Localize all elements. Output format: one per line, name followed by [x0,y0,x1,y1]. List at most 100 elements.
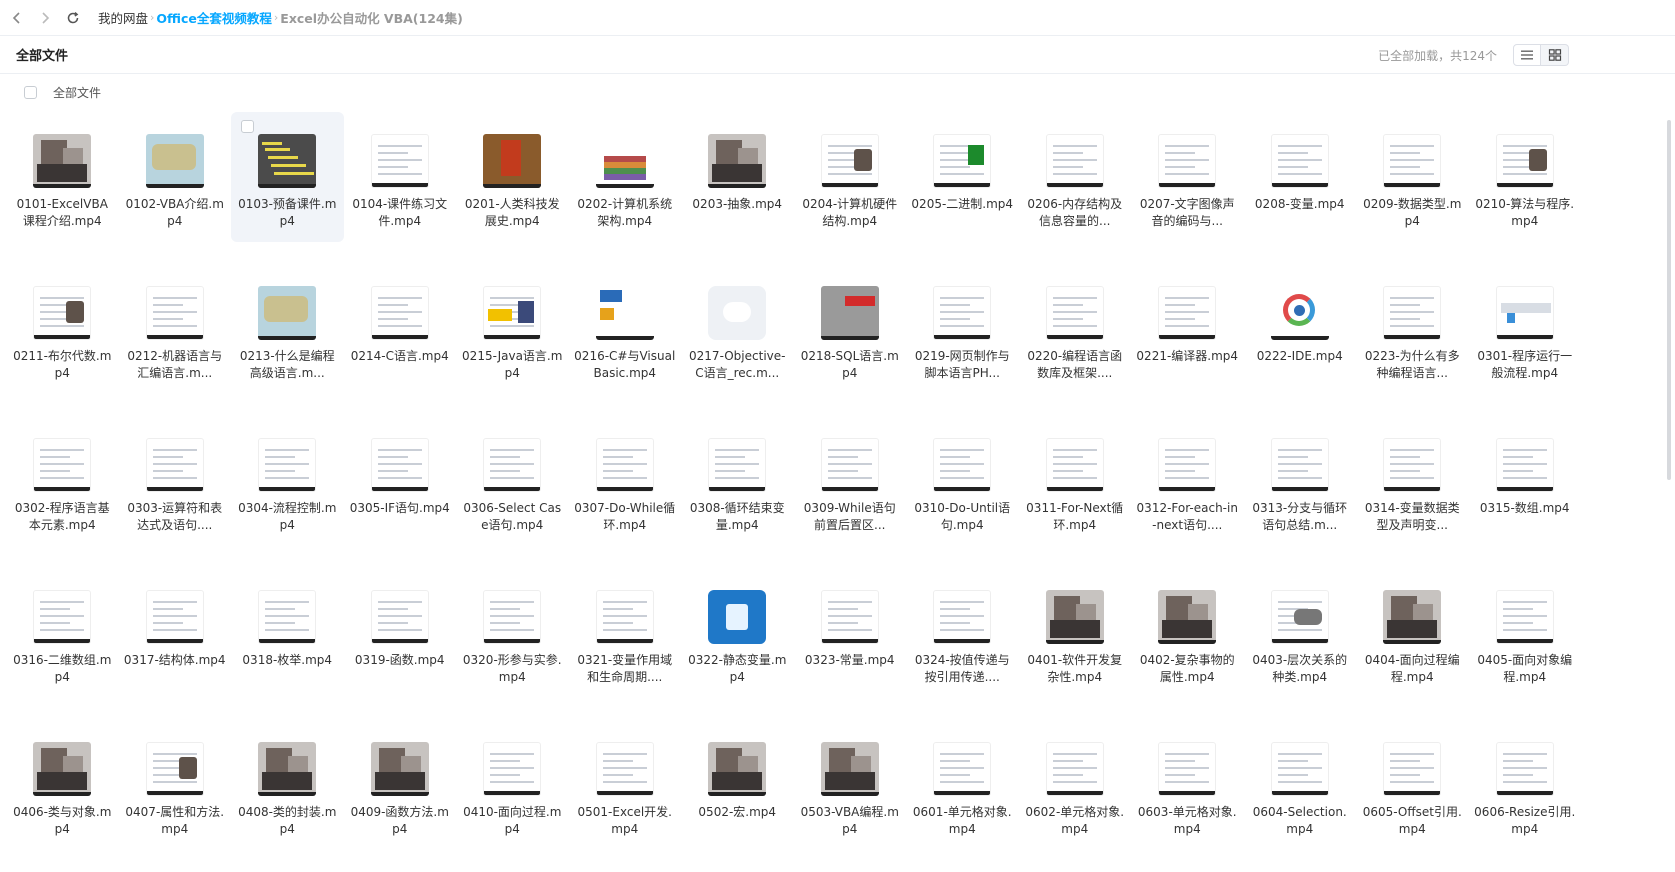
file-name: 0308-循环结束变量.mp4 [689,501,785,532]
file-item[interactable]: 0302-程序语言基本元素.mp4 [6,416,119,546]
file-item[interactable]: 0305-IF语句.mp4 [344,416,457,546]
file-item[interactable]: 0301-程序运行一般流程.mp4 [1469,264,1582,394]
file-item[interactable]: 0217-Objective-C语言_rec.m... [681,264,794,394]
file-item[interactable]: 0215-Java语言.mp4 [456,264,569,394]
video-thumbnail [370,742,429,796]
file-item[interactable]: 0205-二进制.mp4 [906,112,1019,242]
file-item[interactable]: 0216-C#与Visual Basic.mp4 [569,264,682,394]
file-item[interactable]: 0324-按值传递与按引用传递.... [906,568,1019,698]
breadcrumb-item[interactable]: Office全套视频教程 [156,8,271,27]
file-name: 0221-编译器.mp4 [1136,349,1239,363]
file-item[interactable]: 0208-变量.mp4 [1244,112,1357,242]
scrollbar[interactable] [1665,112,1675,869]
file-item[interactable]: 0606-Resize引用.mp4 [1469,720,1582,850]
breadcrumb-item[interactable]: 我的网盘 [98,8,148,27]
file-name: 0215-Java语言.mp4 [462,349,563,380]
file-item[interactable]: 0602-单元格对象.mp4 [1019,720,1132,850]
file-item[interactable]: 0316-二维数组.mp4 [6,568,119,698]
file-item[interactable]: 0310-Do-Until语句.mp4 [906,416,1019,546]
file-name: 0317-结构体.mp4 [123,653,226,667]
file-item[interactable]: 0601-单元格对象.mp4 [906,720,1019,850]
file-item[interactable]: 0219-网页制作与脚本语言PH... [906,264,1019,394]
file-item[interactable]: 0323-常量.mp4 [794,568,907,698]
file-item[interactable]: 0104-课件练习文件.mp4 [344,112,457,242]
file-name: 0316-二维数组.mp4 [13,653,112,684]
file-name: 0408-类的封装.mp4 [238,805,337,836]
file-item[interactable]: 0103-预备课件.mp4 [231,112,344,242]
file-item[interactable]: 0307-Do-While循环.mp4 [569,416,682,546]
file-item[interactable]: 0320-形参与实参.mp4 [456,568,569,698]
file-item[interactable]: 0604-Selection.mp4 [1244,720,1357,850]
select-all-checkbox[interactable] [24,85,37,99]
file-item[interactable]: 0306-Select Case语句.mp4 [456,416,569,546]
file-item[interactable]: 0410-面向过程.mp4 [456,720,569,850]
file-item[interactable]: 0204-计算机硬件结构.mp4 [794,112,907,242]
file-item[interactable]: 0223-为什么有多种编程语言... [1356,264,1469,394]
file-item[interactable]: 0408-类的封装.mp4 [231,720,344,850]
file-item[interactable]: 0312-For-each-in-next语句.... [1131,416,1244,546]
video-thumbnail [145,742,204,796]
file-name: 0503-VBA编程.mp4 [800,805,899,836]
file-item[interactable]: 0220-编程语言函数库及框架.... [1019,264,1132,394]
file-item[interactable]: 0311-For-Next循环.mp4 [1019,416,1132,546]
file-item[interactable]: 0603-单元格对象.mp4 [1131,720,1244,850]
file-item[interactable]: 0318-枚举.mp4 [231,568,344,698]
video-thumbnail [1158,134,1217,188]
file-item[interactable]: 0313-分支与循环语句总结.m... [1244,416,1357,546]
file-item[interactable]: 0317-结构体.mp4 [119,568,232,698]
file-item[interactable]: 0402-复杂事物的属性.mp4 [1131,568,1244,698]
file-item[interactable]: 0502-宏.mp4 [681,720,794,850]
file-item[interactable]: 0102-VBA介绍.mp4 [119,112,232,242]
video-thumbnail [595,590,654,644]
file-item[interactable]: 0308-循环结束变量.mp4 [681,416,794,546]
file-select-checkbox[interactable] [241,120,254,133]
file-item[interactable]: 0501-Excel开发.mp4 [569,720,682,850]
file-grid: 0101-ExcelVBA课程介绍.mp4 0102-VBA介绍.mp4 0103-… [6,112,1576,872]
file-item[interactable]: 0404-面向过程编程.mp4 [1356,568,1469,698]
file-item[interactable]: 0315-数组.mp4 [1469,416,1582,546]
file-item[interactable]: 0206-内存结构及信息容量的... [1019,112,1132,242]
file-item[interactable]: 0503-VBA编程.mp4 [794,720,907,850]
file-item[interactable]: 0214-C语言.mp4 [344,264,457,394]
grid-view-button[interactable] [1541,44,1569,66]
file-item[interactable]: 0209-数据类型.mp4 [1356,112,1469,242]
list-view-button[interactable] [1513,44,1541,66]
file-item[interactable]: 0222-IDE.mp4 [1244,264,1357,394]
file-item[interactable]: 0605-Offset引用.mp4 [1356,720,1469,850]
file-item[interactable]: 0201-人类科技发展史.mp4 [456,112,569,242]
file-item[interactable]: 0409-函数方法.mp4 [344,720,457,850]
file-item[interactable]: 0213-什么是编程高级语言.m... [231,264,344,394]
file-item[interactable]: 0321-变量作用域和生命周期.... [569,568,682,698]
file-item[interactable]: 0212-机器语言与汇编语言.m... [119,264,232,394]
file-item[interactable]: 0203-抽象.mp4 [681,112,794,242]
file-item[interactable]: 0405-面向对象编程.mp4 [1469,568,1582,698]
file-item[interactable]: 0221-编译器.mp4 [1131,264,1244,394]
file-item[interactable]: 0211-布尔代数.mp4 [6,264,119,394]
file-item[interactable]: 0202-计算机系统架构.mp4 [569,112,682,242]
file-item[interactable]: 0406-类与对象.mp4 [6,720,119,850]
back-button[interactable] [6,7,28,29]
scrollbar-thumb[interactable] [1667,120,1671,480]
file-item[interactable]: 0207-文字图像声音的编码与... [1131,112,1244,242]
file-item[interactable]: 0309-While语句前置后置区... [794,416,907,546]
file-item[interactable]: 0407-属性和方法.mp4 [119,720,232,850]
file-name: 0406-类与对象.mp4 [13,805,112,836]
file-item[interactable]: 0322-静态变量.mp4 [681,568,794,698]
file-item[interactable]: 0319-函数.mp4 [344,568,457,698]
forward-button[interactable] [34,7,56,29]
file-item[interactable]: 0101-ExcelVBA课程介绍.mp4 [6,112,119,242]
page-title: 全部文件 [16,49,69,64]
video-thumbnail [483,286,542,340]
video-thumbnail [145,438,204,492]
video-thumbnail [370,134,429,188]
file-item[interactable]: 0314-变量数据类型及声明变... [1356,416,1469,546]
file-name: 0202-计算机系统架构.mp4 [577,197,673,228]
file-item[interactable]: 0218-SQL语言.mp4 [794,264,907,394]
file-item[interactable]: 0403-层次关系的种类.mp4 [1244,568,1357,698]
file-item[interactable]: 0210-算法与程序.mp4 [1469,112,1582,242]
file-item[interactable]: 0401-软件开发复杂性.mp4 [1019,568,1132,698]
video-thumbnail [1270,438,1329,492]
file-item[interactable]: 0303-运算符和表达式及语句.... [119,416,232,546]
refresh-button[interactable] [62,7,84,29]
file-item[interactable]: 0304-流程控制.mp4 [231,416,344,546]
